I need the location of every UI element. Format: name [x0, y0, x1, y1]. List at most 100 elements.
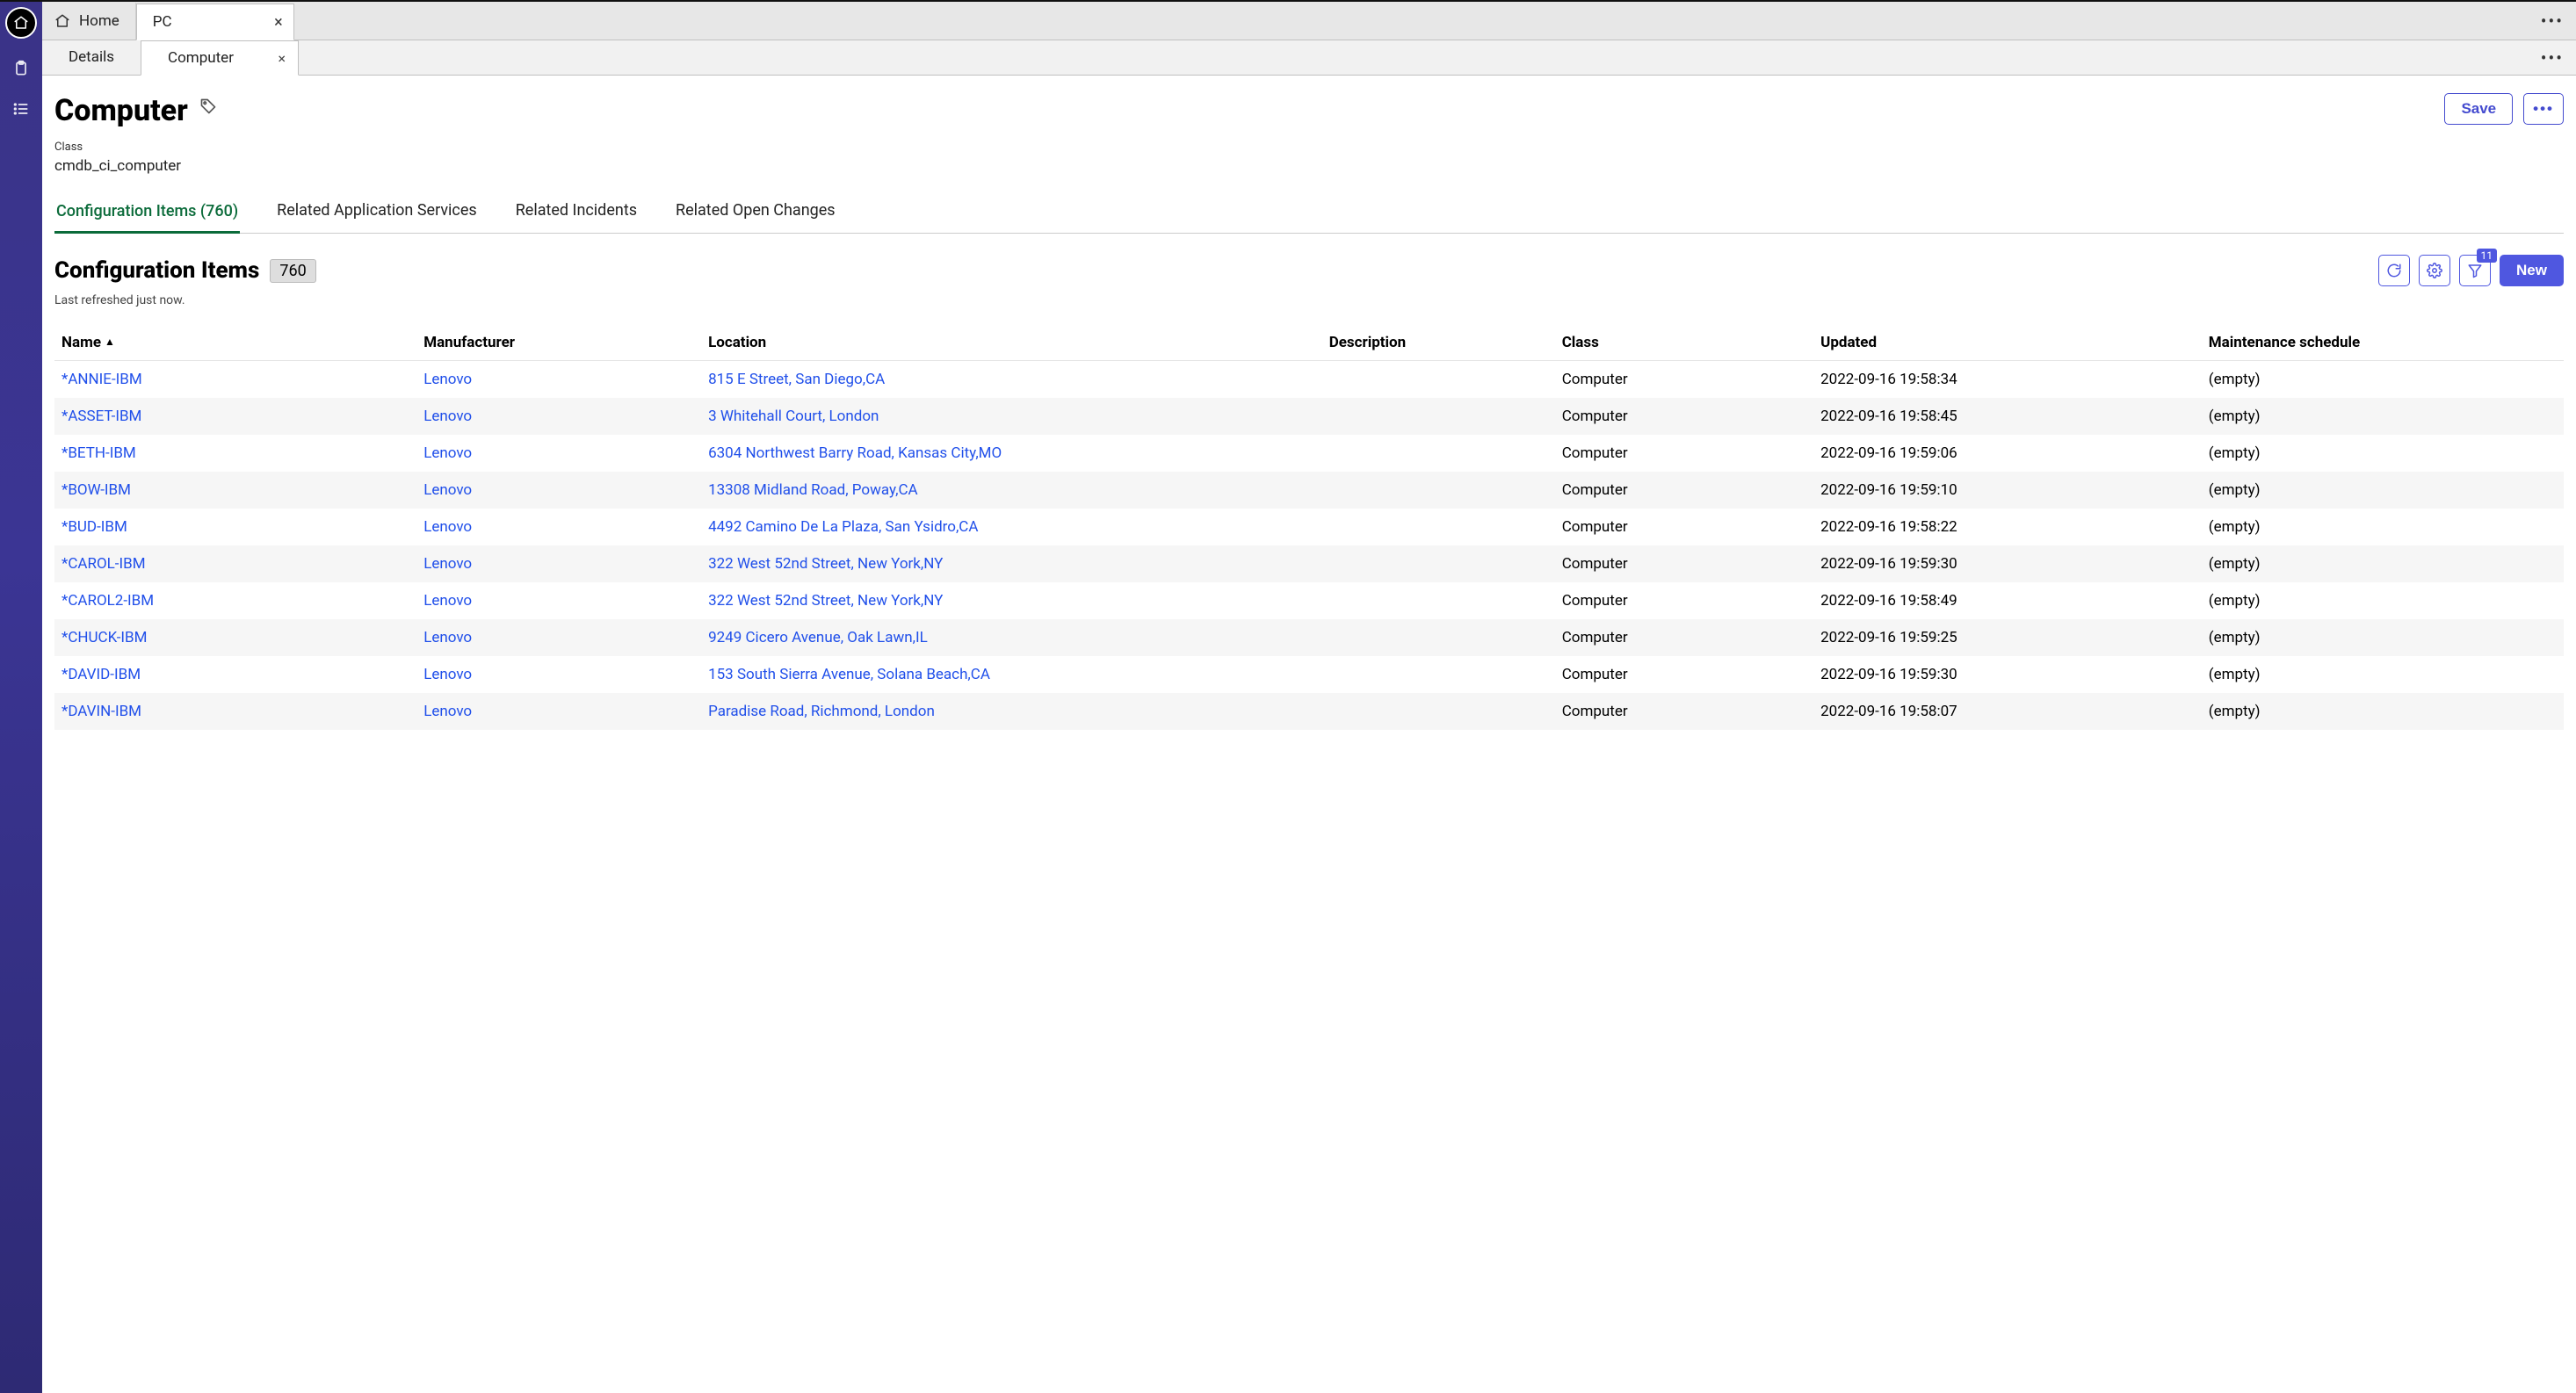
cell-manufacturer[interactable]: Lenovo	[423, 629, 472, 646]
sort-asc-icon: ▲	[105, 336, 115, 348]
cell-location[interactable]: Paradise Road, Richmond, London	[708, 703, 935, 720]
tab-related-incidents[interactable]: Related Incidents	[514, 201, 639, 233]
cell-manufacturer[interactable]: Lenovo	[423, 703, 472, 720]
close-icon[interactable]: ×	[278, 50, 286, 67]
cell-name[interactable]: *BOW-IBM	[62, 481, 131, 499]
record-tabs: Details Computer × •••	[42, 40, 2576, 76]
cell-name[interactable]: *DAVIN-IBM	[62, 703, 141, 720]
class-label: Class	[54, 141, 217, 154]
table-row[interactable]: *DAVIN-IBM Lenovo Paradise Road, Richmond,…	[54, 693, 2564, 730]
tab-label: Home	[79, 12, 119, 30]
cell-maintenance: (empty)	[2202, 619, 2564, 656]
subtab-computer[interactable]: Computer ×	[141, 40, 299, 76]
col-maintenance[interactable]: Maintenance schedule	[2202, 325, 2564, 361]
home-icon[interactable]	[5, 7, 37, 39]
cell-name[interactable]: *ASSET-IBM	[62, 408, 141, 425]
cell-class: Computer	[1555, 509, 1813, 545]
more-icon[interactable]: •••	[2541, 47, 2564, 69]
table-row[interactable]: *BUD-IBM Lenovo 4492 Camino De La Plaza, S…	[54, 509, 2564, 545]
cell-manufacturer[interactable]: Lenovo	[423, 555, 472, 573]
tab-configuration-items[interactable]: Configuration Items (760)	[54, 202, 240, 234]
cell-description	[1322, 435, 1555, 472]
cell-name[interactable]: *BUD-IBM	[62, 518, 127, 536]
cell-location[interactable]: 4492 Camino De La Plaza, San Ysidro,CA	[708, 518, 978, 536]
cell-name[interactable]: *DAVID-IBM	[62, 666, 141, 683]
cell-class: Computer	[1555, 398, 1813, 435]
col-updated[interactable]: Updated	[1813, 325, 2202, 361]
cell-class: Computer	[1555, 435, 1813, 472]
tab-label: Details	[69, 48, 114, 66]
cell-name[interactable]: *ANNIE-IBM	[62, 371, 142, 388]
more-icon[interactable]: •••	[2541, 11, 2564, 32]
cell-class: Computer	[1555, 619, 1813, 656]
cell-maintenance: (empty)	[2202, 693, 2564, 730]
clipboard-icon[interactable]	[11, 58, 32, 79]
cell-name[interactable]: *CAROL2-IBM	[62, 592, 154, 610]
cell-updated: 2022-09-16 19:59:10	[1813, 472, 2202, 509]
subtab-details[interactable]: Details	[42, 40, 141, 75]
col-description[interactable]: Description	[1322, 325, 1555, 361]
cell-location[interactable]: 9249 Cicero Avenue, Oak Lawn,IL	[708, 629, 928, 646]
table-row[interactable]: *ASSET-IBM Lenovo 3 Whitehall Court, Londo…	[54, 398, 2564, 435]
workspace-tabs: Home PC × •••	[42, 2, 2576, 40]
more-actions-button[interactable]: •••	[2523, 93, 2564, 125]
cell-description	[1322, 619, 1555, 656]
cell-location[interactable]: 13308 Midland Road, Poway,CA	[708, 481, 918, 499]
col-location[interactable]: Location	[701, 325, 1322, 361]
table-row[interactable]: *CAROL2-IBM Lenovo 322 West 52nd Street, N…	[54, 582, 2564, 619]
cell-location[interactable]: 322 West 52nd Street, New York,NY	[708, 592, 943, 610]
cell-location[interactable]: 815 E Street, San Diego,CA	[708, 371, 885, 388]
cell-location[interactable]: 153 South Sierra Avenue, Solana Beach,CA	[708, 666, 990, 683]
tab-label: PC	[153, 13, 172, 31]
cell-maintenance: (empty)	[2202, 398, 2564, 435]
tab-related-open-changes[interactable]: Related Open Changes	[674, 201, 837, 233]
cell-manufacturer[interactable]: Lenovo	[423, 666, 472, 683]
cell-manufacturer[interactable]: Lenovo	[423, 592, 472, 610]
table-row[interactable]: *BETH-IBM Lenovo 6304 Northwest Barry Road…	[54, 435, 2564, 472]
col-manufacturer[interactable]: Manufacturer	[416, 325, 701, 361]
cell-manufacturer[interactable]: Lenovo	[423, 481, 472, 499]
col-name[interactable]: Name▲	[54, 325, 416, 361]
cell-class: Computer	[1555, 545, 1813, 582]
cell-manufacturer[interactable]: Lenovo	[423, 444, 472, 462]
ci-table: Name▲ Manufacturer Location Description …	[54, 325, 2564, 730]
cell-updated: 2022-09-16 19:59:30	[1813, 545, 2202, 582]
refresh-button[interactable]	[2378, 255, 2410, 286]
list-icon[interactable]	[11, 98, 32, 119]
col-class[interactable]: Class	[1555, 325, 1813, 361]
table-row[interactable]: *CHUCK-IBM Lenovo 9249 Cicero Avenue, Oak …	[54, 619, 2564, 656]
filter-button[interactable]: 11	[2459, 255, 2491, 286]
table-row[interactable]: *DAVID-IBM Lenovo 153 South Sierra Avenue,…	[54, 656, 2564, 693]
cell-name[interactable]: *CHUCK-IBM	[62, 629, 148, 646]
tab-related-app-services[interactable]: Related Application Services	[275, 201, 479, 233]
cell-maintenance: (empty)	[2202, 435, 2564, 472]
tab-pc[interactable]: PC ×	[136, 4, 294, 40]
cell-updated: 2022-09-16 19:58:45	[1813, 398, 2202, 435]
cell-manufacturer[interactable]: Lenovo	[423, 408, 472, 425]
cell-location[interactable]: 6304 Northwest Barry Road, Kansas City,M…	[708, 444, 1002, 462]
cell-location[interactable]: 322 West 52nd Street, New York,NY	[708, 555, 943, 573]
cell-description	[1322, 398, 1555, 435]
cell-manufacturer[interactable]: Lenovo	[423, 371, 472, 388]
table-row[interactable]: *BOW-IBM Lenovo 13308 Midland Road, Poway,…	[54, 472, 2564, 509]
cell-manufacturer[interactable]: Lenovo	[423, 518, 472, 536]
count-badge: 760	[270, 259, 315, 283]
tag-icon[interactable]	[199, 97, 217, 115]
tab-home[interactable]: Home	[42, 3, 136, 40]
new-button[interactable]: New	[2500, 255, 2564, 286]
cell-location[interactable]: 3 Whitehall Court, London	[708, 408, 879, 425]
tab-label: Computer	[168, 49, 234, 67]
cell-maintenance: (empty)	[2202, 361, 2564, 399]
cell-maintenance: (empty)	[2202, 509, 2564, 545]
table-row[interactable]: *ANNIE-IBM Lenovo 815 E Street, San Diego,…	[54, 361, 2564, 399]
close-icon[interactable]: ×	[274, 13, 283, 32]
class-value: cmdb_ci_computer	[54, 157, 217, 175]
save-button[interactable]: Save	[2444, 93, 2513, 125]
cell-name[interactable]: *BETH-IBM	[62, 444, 136, 462]
cell-updated: 2022-09-16 19:59:25	[1813, 619, 2202, 656]
table-row[interactable]: *CAROL-IBM Lenovo 322 West 52nd Street, Ne…	[54, 545, 2564, 582]
cell-class: Computer	[1555, 361, 1813, 399]
settings-button[interactable]	[2419, 255, 2450, 286]
cell-name[interactable]: *CAROL-IBM	[62, 555, 146, 573]
cell-class: Computer	[1555, 693, 1813, 730]
